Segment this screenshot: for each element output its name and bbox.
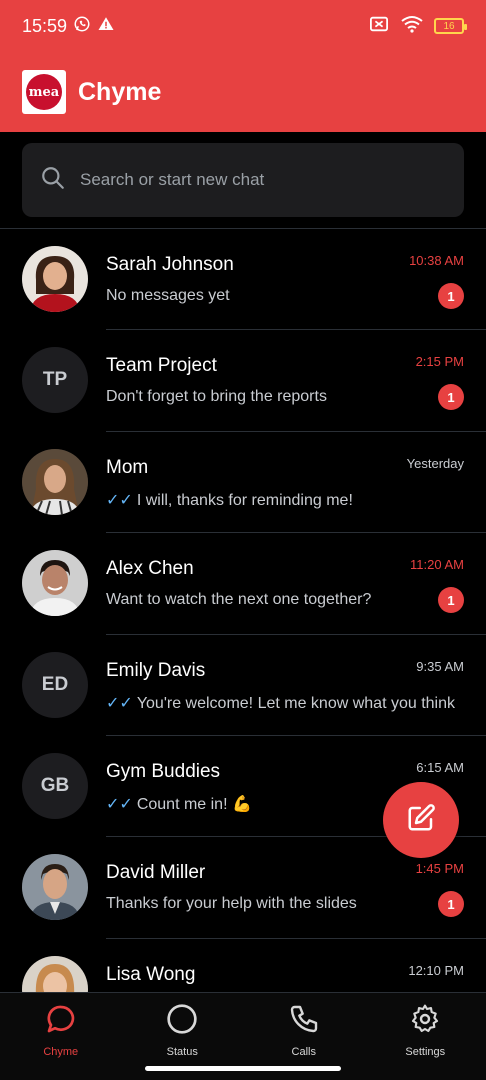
avatar [22,448,88,515]
contact-name: David Miller [106,862,206,884]
contact-name: Mom [106,456,149,478]
logo-mark: mea [26,74,62,110]
home-indicator[interactable] [145,1066,341,1071]
chat-row-lisa-wong[interactable]: Lisa Wong 12:10 PM [0,939,486,992]
nav-label: Chyme [43,1046,79,1058]
search-input[interactable] [80,170,446,190]
message-time: 11:20 AM [410,557,464,573]
contact-name: Lisa Wong [106,963,196,985]
message-time: 12:10 PM [408,962,464,978]
message-time: 10:38 AM [409,253,464,268]
avatar [22,955,88,992]
avatar [22,854,88,921]
warning-icon [97,15,115,38]
message-time: 1:45 PM [415,861,464,877]
contact-name: Team Project [106,355,217,377]
status-circle-icon [166,1003,198,1040]
app-bar: mea Chyme [0,52,486,132]
battery-level: 16 [443,20,455,32]
message-preview: ✓✓ I will, thanks for reminding me! [106,490,353,510]
app-logo: mea [22,70,66,114]
contact-name: Emily Davis [106,659,206,681]
no-sim-icon [368,15,390,38]
edit-icon [406,803,436,838]
chat-row-emily-davis[interactable]: ED Emily Davis ✓✓ You're welcome! Let me … [0,635,486,736]
phone-icon [288,1003,320,1040]
message-time: 9:35 AM [416,658,464,674]
message-time: Yesterday [406,455,464,471]
message-preview: Don't forget to bring the reports [106,388,327,406]
message-text: You're welcome! Let me know what you thi… [136,694,455,712]
chat-row-mom[interactable]: Mom ✓✓ I will, thanks for reminding me! Y… [0,432,486,534]
message-preview: No messages yet [106,287,230,304]
gear-icon [409,1003,441,1040]
read-ticks-icon: ✓✓ [106,491,133,509]
unread-badge: 1 [438,384,464,411]
message-preview: Want to watch the next one together? [106,591,372,609]
nav-settings[interactable]: Settings [365,993,486,1080]
chat-list[interactable]: Sarah Johnson No messages yet 10:38 AM 1… [0,229,486,992]
contact-name: Alex Chen [106,558,194,580]
message-preview: Thanks for your help with the slides [106,895,357,913]
battery-icon: 16 [434,18,467,34]
status-bar: 15:59 16 [0,0,486,52]
unread-badge: 1 [438,587,464,614]
avatar [22,246,88,312]
nav-label: Calls [291,1046,316,1058]
nav-chyme[interactable]: Chyme [0,993,122,1080]
wifi-icon [400,15,424,38]
unread-badge: 1 [438,283,464,309]
chat-row-team-project[interactable]: TP Team Project Don't forget to bring th… [0,330,486,432]
unread-badge: 1 [438,891,464,918]
read-ticks-icon: ✓✓ [106,694,133,712]
new-chat-button[interactable] [383,782,459,858]
chat-row-alex-chen[interactable]: Alex Chen Want to watch the next one tog… [0,533,486,635]
contact-name: Sarah Johnson [106,254,234,275]
message-time: 2:15 PM [415,354,464,370]
chat-bubble-icon [45,1003,77,1040]
message-time: 6:15 AM [416,759,464,775]
search-icon [40,165,66,196]
read-ticks-icon: ✓✓ [106,795,133,813]
search-bar[interactable] [22,143,464,217]
avatar-initials: TP [22,347,88,414]
message-preview: ✓✓ You're welcome! Let me know what you t… [106,693,455,713]
avatar-initials: ED [22,651,88,718]
chat-row-sarah-johnson[interactable]: Sarah Johnson No messages yet 10:38 AM 1 [0,229,486,331]
message-text: Count me in! 💪 [136,795,252,813]
nav-label: Status [166,1046,198,1058]
app-title: Chyme [78,77,162,106]
status-time: 15:59 [22,15,68,36]
whatsapp-icon [73,15,91,38]
avatar-initials: GB [22,752,88,819]
nav-label: Settings [405,1046,446,1058]
message-preview: ✓✓ Count me in! 💪 [106,794,252,814]
message-text: I will, thanks for reminding me! [136,491,353,509]
contact-name: Gym Buddies [106,760,221,782]
avatar [22,550,88,617]
